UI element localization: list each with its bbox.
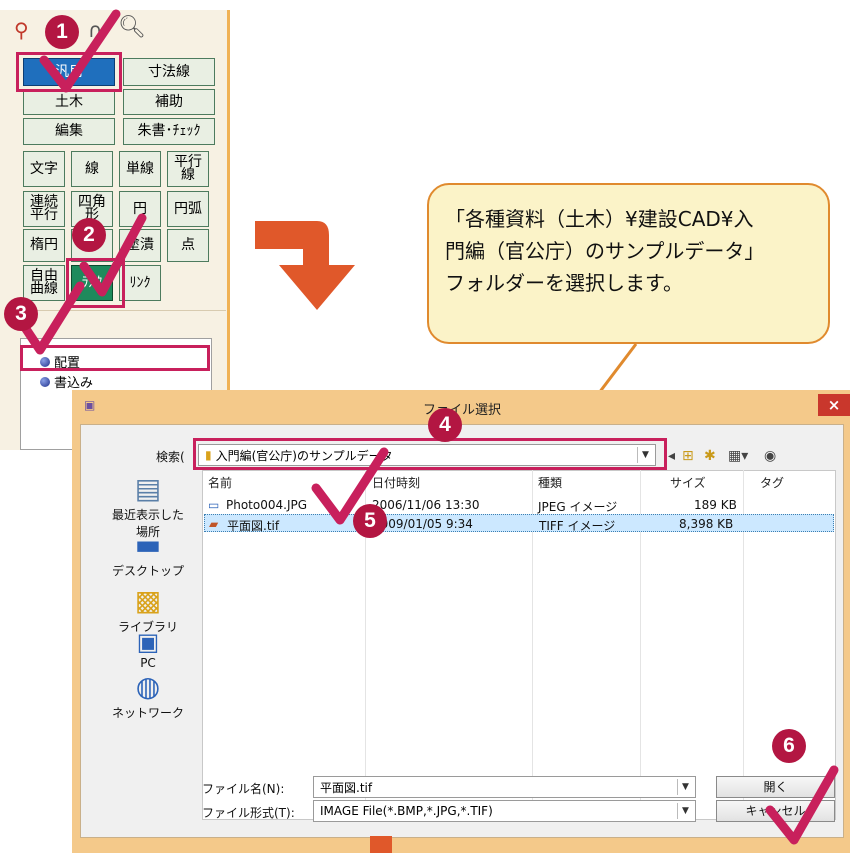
new-folder-icon[interactable]: ✱ xyxy=(704,448,716,464)
nav-pc[interactable]: ▣ PC xyxy=(108,628,188,670)
magnet-icon[interactable]: ∩ xyxy=(88,18,103,42)
up-folder-icon[interactable]: ⊞ xyxy=(682,448,694,464)
radio-write[interactable]: 書込み xyxy=(40,372,93,391)
file-size: 8,398 KB xyxy=(679,517,734,531)
palette-auxiliary-button[interactable]: 補助 xyxy=(123,89,215,115)
step-badge-3: 3 xyxy=(4,297,38,331)
file-name: 平面図.tif xyxy=(227,519,280,533)
nav-desktop[interactable]: ▬ デスクトップ xyxy=(108,528,188,579)
network-icon: ◍ xyxy=(135,670,161,703)
palette-redcheck-button[interactable]: 朱書･ﾁｪｯｸ xyxy=(123,118,215,145)
cmd-arc-button[interactable]: 円弧 xyxy=(167,191,209,227)
instruction-callout: 「各種資料（土木）¥建設CAD¥入 門編（官公庁）のサンプルデータ」 フォルダー… xyxy=(427,183,830,344)
file-size: 189 KB xyxy=(694,498,737,512)
filetype-label: ファイル形式(T): xyxy=(202,806,295,820)
file-row[interactable]: ▭ Photo004.JPG 2006/11/06 13:30 JPEG イメー… xyxy=(204,496,834,514)
step-badge-1: 1 xyxy=(45,15,79,49)
open-button[interactable]: 開く xyxy=(716,776,835,798)
nav-pc-label: PC xyxy=(140,656,156,670)
col-header-tag[interactable]: タグ xyxy=(760,474,784,491)
nav-network-label: ネットワーク xyxy=(111,706,184,720)
file-row-selected[interactable]: ▰ 平面図.tif 2009/01/05 9:34 TIFF イメージ 8,39… xyxy=(204,514,834,533)
file-date: 2009/01/05 9:34 xyxy=(373,517,473,531)
file-name: Photo004.JPG xyxy=(226,498,308,512)
preview-icon[interactable]: ◉ xyxy=(764,448,776,464)
cmd-ellipse-button[interactable]: 楕円 xyxy=(23,229,65,262)
palette-edit-button[interactable]: 編集 xyxy=(23,118,115,145)
cmd-text-button[interactable]: 文字 xyxy=(23,151,65,187)
highlight-raster xyxy=(66,258,125,308)
dialog-title: ファイル選択 xyxy=(422,403,501,418)
scroll-marker xyxy=(370,836,392,853)
col-header-date[interactable]: 日付時刻 xyxy=(372,474,420,491)
cmd-continuous-parallel-button[interactable]: 連続 平行 xyxy=(23,191,65,227)
cmd-parallel-line-button[interactable]: 平行 線 xyxy=(167,151,209,187)
magnifier-icon[interactable]: 🔍︎ xyxy=(118,16,146,40)
filetype-select[interactable]: IMAGE File(*.BMP,*.JPG,*.TIF) ▼ xyxy=(313,800,696,822)
cmd-point-button[interactable]: 点 xyxy=(167,229,209,262)
filename-input[interactable]: 平面図.tif ▼ xyxy=(313,776,696,798)
radio-write-label: 書込み xyxy=(54,376,94,391)
close-button[interactable]: × xyxy=(818,394,850,416)
cmd-line-button[interactable]: 線 xyxy=(71,151,113,187)
view-menu-icon[interactable]: ▦▾ xyxy=(728,448,748,464)
step-badge-5: 5 xyxy=(353,504,387,538)
col-header-name[interactable]: 名前 xyxy=(208,474,232,491)
chevron-down-icon[interactable]: ▼ xyxy=(677,803,693,819)
cmd-fill-button[interactable]: 塗潰 xyxy=(119,229,161,262)
palette-civil-button[interactable]: 土木 xyxy=(23,89,115,115)
back-icon[interactable]: ◂ xyxy=(668,448,675,464)
pin-icon[interactable]: ⚲ xyxy=(14,18,29,42)
palette-dimension-button[interactable]: 寸法線 xyxy=(123,58,215,86)
file-type: TIFF イメージ xyxy=(539,519,616,533)
desktop-icon: ▬ xyxy=(134,528,162,561)
divider xyxy=(6,310,226,311)
col-header-type[interactable]: 種類 xyxy=(538,474,562,491)
recent-places-icon: ▤ xyxy=(134,472,162,505)
filetype-value: IMAGE File(*.BMP,*.JPG,*.TIF) xyxy=(320,804,493,818)
step-badge-2: 2 xyxy=(72,218,106,252)
tiff-file-icon: ▰ xyxy=(209,517,219,531)
highlight-general xyxy=(16,52,122,92)
cmd-single-line-button[interactable]: 単線 xyxy=(119,151,161,187)
flow-arrow-icon xyxy=(255,221,355,310)
chevron-down-icon[interactable]: ▼ xyxy=(677,779,693,795)
file-date: 2006/11/06 13:30 xyxy=(372,498,480,512)
cancel-button[interactable]: キャンセル xyxy=(716,800,835,822)
step-badge-4: 4 xyxy=(428,408,462,442)
nav-network[interactable]: ◍ ネットワーク xyxy=(108,670,188,721)
callout-text: 「各種資料（土木）¥建設CAD¥入 門編（官公庁）のサンプルデータ」 フォルダー… xyxy=(445,207,765,295)
library-icon: ▩ xyxy=(134,584,162,617)
cmd-freehand-button[interactable]: 自由 曲線 xyxy=(23,265,65,301)
image-file-icon: ▭ xyxy=(208,498,220,512)
filename-value: 平面図.tif xyxy=(320,780,373,795)
nav-desktop-label: デスクトップ xyxy=(111,564,184,578)
step-badge-6: 6 xyxy=(772,729,806,763)
col-header-size[interactable]: サイズ xyxy=(670,474,706,491)
highlight-search-folder xyxy=(193,438,667,470)
highlight-place xyxy=(20,345,210,371)
pc-icon: ▣ xyxy=(136,628,160,656)
radio-dot-icon xyxy=(40,376,50,387)
cmd-circle-button[interactable]: 円 xyxy=(119,191,161,227)
search-label: 検索( xyxy=(156,450,185,464)
filename-label: ファイル名(N): xyxy=(202,782,285,796)
file-type: JPEG イメージ xyxy=(538,500,618,514)
cmd-link-button[interactable]: ﾘﾝｸ xyxy=(119,265,161,301)
